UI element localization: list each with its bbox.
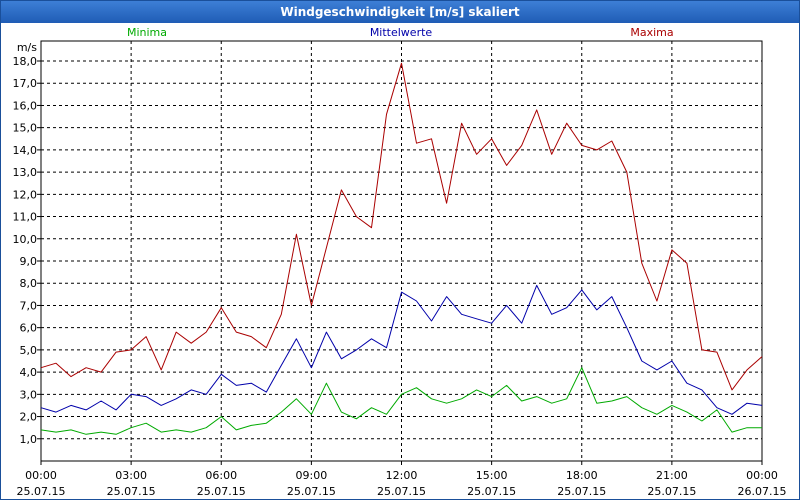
x-tick-time: 06:00 — [205, 469, 237, 482]
x-tick-date: 25.07.15 — [467, 485, 516, 498]
y-tick-label: 6,0 — [20, 322, 38, 335]
y-tick-label: 11,0 — [13, 211, 38, 224]
x-tick-time: 00:00 — [746, 469, 778, 482]
wind-speed-chart: 1,0 2,0 3,0 4,0 5,0 6,0 7,0 8,0 9,0 10,0 11,0 12,0 1… — [13, 26, 787, 498]
x-tick-date: 25.07.15 — [287, 485, 336, 498]
y-tick-label: 9,0 — [20, 255, 38, 268]
x-tick-date: 25.07.15 — [107, 485, 156, 498]
x-tick-time: 09:00 — [296, 469, 328, 482]
x-tick-date: 25.07.15 — [17, 485, 66, 498]
legend-mittelwerte: Mittelwerte — [370, 26, 433, 39]
y-tick-label: 17,0 — [13, 77, 38, 90]
x-tick-time: 12:00 — [386, 469, 418, 482]
x-tick-time: 18:00 — [566, 469, 598, 482]
x-tick-date: 25.07.15 — [557, 485, 606, 498]
legend-maxima: Maxima — [630, 26, 673, 39]
y-axis-label: m/s — [17, 41, 37, 54]
x-tick-time: 21:00 — [656, 469, 688, 482]
y-tick-label: 14,0 — [13, 144, 38, 157]
y-tick-label: 7,0 — [20, 299, 38, 312]
y-tick-label: 4,0 — [20, 366, 38, 379]
y-tick-label: 18,0 — [13, 55, 38, 68]
x-tick-date: 25.07.15 — [377, 485, 426, 498]
x-tick-date: 25.07.15 — [197, 485, 246, 498]
x-axis-ticks: 00:00 25.07.15 03:00 25.07.15 06:00 25.07.15 0… — [17, 461, 787, 498]
x-tick-time: 00:00 — [25, 469, 57, 482]
y-axis-ticks: 1,0 2,0 3,0 4,0 5,0 6,0 7,0 8,0 9,0 10,0 11,0 12,0 1… — [13, 55, 41, 446]
y-tick-label: 15,0 — [13, 122, 38, 135]
y-tick-label: 10,0 — [13, 233, 38, 246]
y-tick-label: 16,0 — [13, 99, 38, 112]
y-tick-label: 13,0 — [13, 166, 38, 179]
chart-window: Windgeschwindigkeit [m/s] skaliert 1,0 2,… — [0, 0, 800, 500]
y-tick-label: 3,0 — [20, 388, 38, 401]
legend-minima: Minima — [127, 26, 167, 39]
x-tick-date: 25.07.15 — [647, 485, 696, 498]
x-tick-date: 26.07.15 — [738, 485, 787, 498]
y-tick-label: 1,0 — [20, 433, 38, 446]
y-tick-label: 12,0 — [13, 188, 38, 201]
y-tick-label: 8,0 — [20, 277, 38, 290]
x-tick-time: 15:00 — [476, 469, 508, 482]
y-tick-label: 2,0 — [20, 411, 38, 424]
x-tick-time: 03:00 — [115, 469, 147, 482]
y-tick-label: 5,0 — [20, 344, 38, 357]
